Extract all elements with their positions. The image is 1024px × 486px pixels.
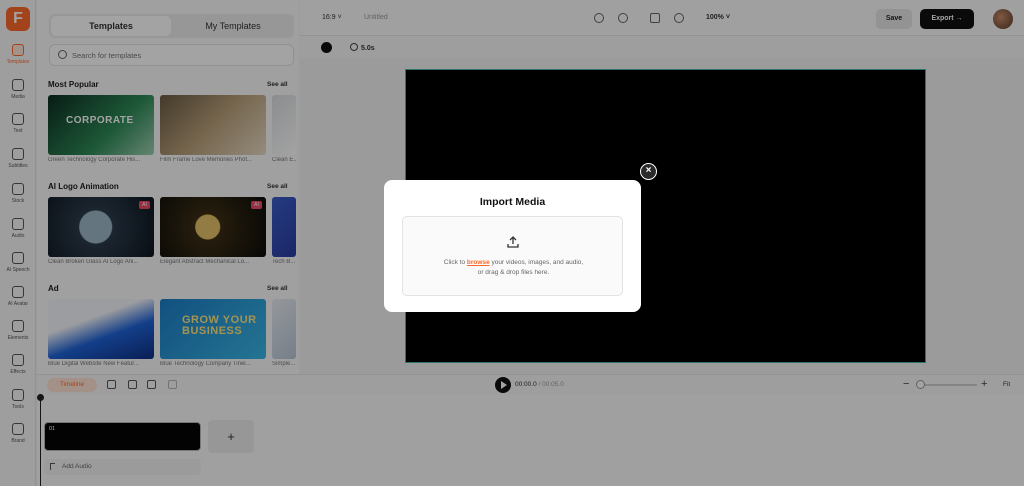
- import-media-dialog: Import Media Click to browse your videos…: [384, 180, 641, 312]
- upload-icon: [507, 236, 519, 248]
- browse-link[interactable]: browse: [467, 259, 490, 266]
- drop-instructions: Click to browse your videos, images, and…: [403, 258, 624, 278]
- drag-drop-text: or drag & drop files here.: [477, 269, 550, 276]
- instruction-suffix: your videos, images, and audio,: [491, 259, 584, 266]
- instruction-prefix: Click to: [443, 259, 466, 266]
- file-drop-zone[interactable]: Click to browse your videos, images, and…: [402, 216, 623, 296]
- dialog-title: Import Media: [479, 196, 546, 208]
- close-icon[interactable]: ×: [640, 163, 657, 180]
